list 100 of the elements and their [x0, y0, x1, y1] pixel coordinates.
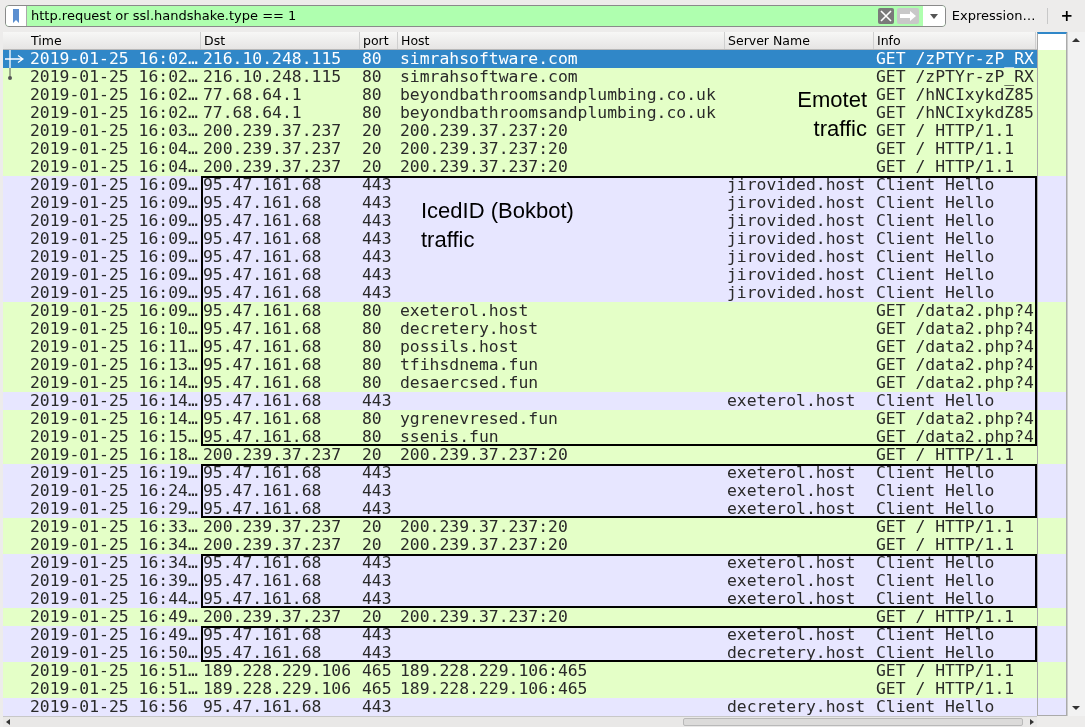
dropdown-caret-icon[interactable] [922, 5, 945, 26]
column-header[interactable]: Time [28, 32, 201, 49]
server-name-cell-text: jirovided.host [726, 212, 867, 230]
host-cell-text: 200.239.37.237:20 [399, 122, 569, 140]
server-name-cell-text: jirovided.host [726, 266, 867, 284]
host-cell-text: simrahsoftware.com [399, 68, 579, 86]
bookmark-icon[interactable] [6, 5, 27, 26]
port-cell-text: 465 [361, 662, 393, 680]
server-name-cell-text: exeterol.host [726, 626, 857, 644]
port-cell-text: 20 [361, 158, 383, 176]
port-cell-text: 443 [361, 464, 393, 482]
destination-cell-text: 95.47.161.68 [202, 212, 323, 230]
host-cell-text: 189.228.229.106:465 [399, 680, 589, 698]
destination-cell-text: 95.47.161.68 [202, 302, 323, 320]
info-cell-text: GET / HTTP/1.1 [875, 536, 1016, 554]
destination-cell-text: 95.47.161.68 [202, 698, 323, 716]
destination-cell-text: 216.10.248.115 [202, 68, 343, 86]
time-cell-text: 2019-01-25 16:02… [29, 68, 199, 86]
time-cell-text: 2019-01-25 16:44… [29, 590, 199, 608]
time-cell-text: 2019-01-25 16:49… [29, 608, 199, 626]
destination-cell-text: 95.47.161.68 [202, 284, 323, 302]
destination-cell-text: 200.239.37.237 [202, 158, 343, 176]
destination-cell-text: 95.47.161.68 [202, 392, 323, 410]
info-cell-text: GET /data2.php?4 [875, 428, 1035, 446]
time-cell-text: 2019-01-25 16:14… [29, 374, 199, 392]
destination-cell-text: 200.239.37.237 [202, 122, 343, 140]
port-cell-text: 443 [361, 554, 393, 572]
info-cell-text: Client Hello [875, 572, 996, 590]
port-cell-text: 20 [361, 122, 383, 140]
destination-cell-text: 200.239.37.237 [202, 518, 343, 536]
destination-cell-text: 200.239.37.237 [202, 446, 343, 464]
info-cell-text: GET /data2.php?4 [875, 356, 1035, 374]
horizontal-scrollbar[interactable] [3, 716, 1038, 727]
port-cell-text: 80 [361, 68, 383, 86]
host-cell-text: decretery.host [399, 320, 540, 338]
column-header[interactable]: Info [874, 32, 1036, 49]
filter-input[interactable]: http.request or ssl.handshake.type == 1 [27, 5, 878, 26]
host-cell-text: 200.239.37.237:20 [399, 158, 569, 176]
host-cell-text: ssenis.fun [399, 428, 500, 446]
add-filter-button[interactable]: + [1054, 4, 1079, 27]
port-cell-text: 465 [361, 680, 393, 698]
time-cell-text: 2019-01-25 16:51… [29, 662, 199, 680]
annotation-text: Emotet traffic [796, 86, 867, 143]
destination-cell-text: 216.10.248.115 [202, 50, 343, 68]
column-header[interactable]: Dst [201, 32, 360, 49]
info-cell-text: Client Hello [875, 266, 996, 284]
column-header[interactable]: Host [398, 32, 725, 49]
port-cell-text: 80 [361, 410, 383, 428]
time-cell-text: 2019-01-25 16:33… [29, 518, 199, 536]
info-cell-text: Client Hello [875, 482, 996, 500]
time-cell-text: 2019-01-25 16:13… [29, 356, 199, 374]
port-cell-text: 80 [361, 86, 383, 104]
info-cell-text: Client Hello [875, 248, 996, 266]
destination-cell-text: 95.47.161.68 [202, 428, 323, 446]
destination-cell-text: 95.47.161.68 [202, 626, 323, 644]
time-cell-text: 2019-01-25 16:10… [29, 320, 199, 338]
port-cell-text: 443 [361, 284, 393, 302]
time-cell-text: 2019-01-25 16:19… [29, 464, 199, 482]
expression-button[interactable]: Expression… [945, 4, 1042, 27]
time-cell-text: 2019-01-25 16:09… [29, 266, 199, 284]
clear-icon[interactable] [877, 7, 894, 24]
info-cell-text: Client Hello [875, 554, 996, 572]
host-cell-text: ygrenevresed.fun [399, 410, 559, 428]
server-name-cell-text: exeterol.host [726, 464, 857, 482]
column-header[interactable]: port [360, 32, 398, 49]
info-cell-text: GET / HTTP/1.1 [875, 446, 1016, 464]
host-cell-text: beyondbathroomsandplumbing.co.uk [399, 86, 717, 104]
server-name-cell-text: exeterol.host [726, 572, 857, 590]
info-cell-text: GET / HTTP/1.1 [875, 608, 1016, 626]
time-cell-text: 2019-01-25 16:09… [29, 284, 199, 302]
destination-cell-text: 95.47.161.68 [202, 572, 323, 590]
destination-cell-text: 95.47.161.68 [202, 248, 323, 266]
destination-cell-text: 95.47.161.68 [202, 194, 323, 212]
server-name-cell-text: jirovided.host [726, 284, 867, 302]
server-name-cell-text: exeterol.host [726, 392, 857, 410]
port-cell-text: 20 [361, 536, 383, 554]
port-cell-text: 80 [361, 374, 383, 392]
info-cell-text: Client Hello [875, 212, 996, 230]
port-cell-text: 443 [361, 248, 393, 266]
host-cell-text: desaercsed.fun [399, 374, 540, 392]
info-cell-text: GET /data2.php?4 [875, 410, 1035, 428]
vertical-scrollbar[interactable] [1067, 32, 1085, 716]
time-cell-text: 2019-01-25 16:09… [29, 194, 199, 212]
info-cell-text: GET /data2.php?4 [875, 320, 1035, 338]
server-name-cell-text: decretery.host [726, 644, 867, 662]
host-cell-text: 200.239.37.237:20 [399, 446, 569, 464]
port-cell-text: 443 [361, 230, 393, 248]
port-cell-text: 443 [361, 500, 393, 518]
info-cell-text: Client Hello [875, 698, 996, 716]
destination-cell-text: 95.47.161.68 [202, 410, 323, 428]
server-name-cell-text: jirovided.host [726, 194, 867, 212]
column-header[interactable]: Server Name [725, 32, 874, 49]
info-cell-text: Client Hello [875, 284, 996, 302]
host-cell-text: 200.239.37.237:20 [399, 536, 569, 554]
display-filter-field[interactable]: http.request or ssl.handshake.type == 1 [5, 4, 946, 27]
destination-cell-text: 95.47.161.68 [202, 464, 323, 482]
info-cell-text: GET / HTTP/1.1 [875, 140, 1016, 158]
host-cell-text: 200.239.37.237:20 [399, 518, 569, 536]
destination-cell-text: 95.47.161.68 [202, 554, 323, 572]
port-cell-text: 443 [361, 212, 393, 230]
